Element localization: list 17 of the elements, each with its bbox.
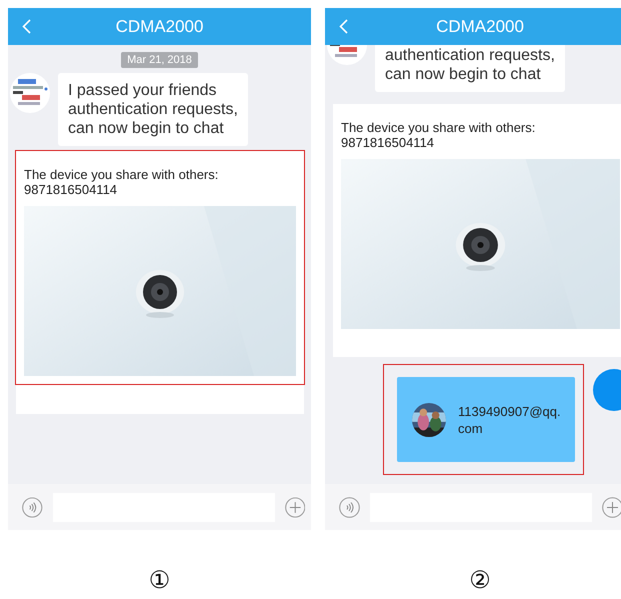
window-title: CDMA2000 <box>116 16 204 36</box>
contact-email: 1139490907@qq.com <box>458 402 562 436</box>
message-text: The device you share with others: 9871816504114 <box>24 167 220 197</box>
step-number: ② <box>469 566 491 594</box>
date-label: Mar 21, 2018 <box>121 52 198 68</box>
add-icon[interactable] <box>284 496 305 518</box>
voice-icon[interactable] <box>339 496 360 518</box>
message-text: The device you share with others: 9871816504114 <box>341 120 536 150</box>
contact-card[interactable]: 1139490907@qq.com <box>397 377 575 462</box>
back-icon[interactable] <box>22 19 31 34</box>
add-icon[interactable] <box>602 496 621 518</box>
message-bubble: authentication requests, can now begin to chat <box>375 45 565 92</box>
step-number: ① <box>148 566 170 594</box>
message-bubble: I passed your friends authentication requests, can now begin to chat <box>58 73 248 146</box>
window-title: CDMA2000 <box>436 16 524 36</box>
voice-icon[interactable] <box>22 496 42 518</box>
back-icon[interactable] <box>339 19 348 34</box>
